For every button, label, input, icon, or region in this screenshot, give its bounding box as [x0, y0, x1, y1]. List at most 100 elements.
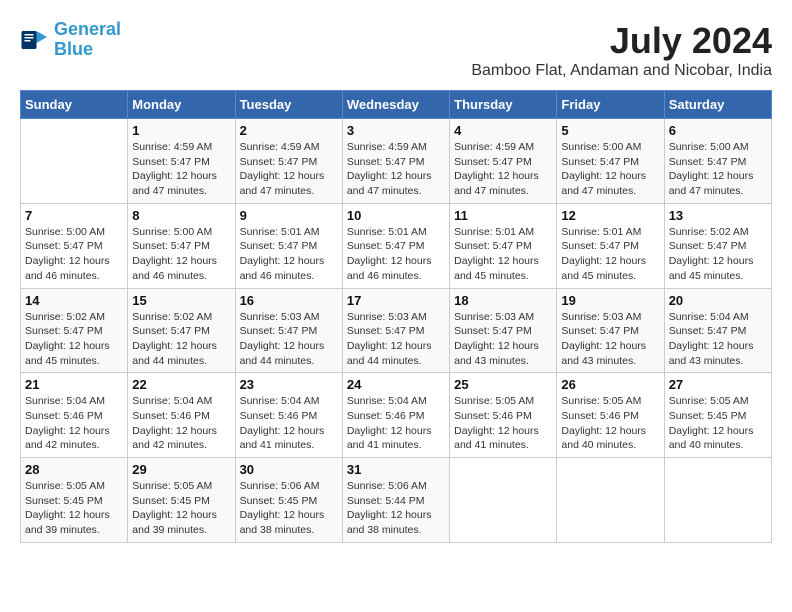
day-info: Sunrise: 5:01 AM Sunset: 5:47 PM Dayligh…	[347, 225, 445, 284]
calendar-body: 1 Sunrise: 4:59 AM Sunset: 5:47 PM Daylig…	[21, 119, 772, 543]
calendar-cell: 27 Sunrise: 5:05 AM Sunset: 5:45 PM Dayli…	[664, 373, 771, 458]
day-number: 21	[25, 377, 123, 392]
day-number: 14	[25, 293, 123, 308]
day-number: 24	[347, 377, 445, 392]
calendar-cell	[21, 119, 128, 204]
day-number: 28	[25, 462, 123, 477]
weekday-header-cell: Wednesday	[342, 91, 449, 119]
calendar-cell: 2 Sunrise: 4:59 AM Sunset: 5:47 PM Daylig…	[235, 119, 342, 204]
day-info: Sunrise: 5:04 AM Sunset: 5:47 PM Dayligh…	[669, 310, 767, 369]
calendar-cell: 10 Sunrise: 5:01 AM Sunset: 5:47 PM Dayli…	[342, 203, 449, 288]
logo: GeneralBlue	[20, 20, 121, 60]
subtitle: Bamboo Flat, Andaman and Nicobar, India	[471, 62, 772, 80]
calendar-cell: 19 Sunrise: 5:03 AM Sunset: 5:47 PM Dayli…	[557, 288, 664, 373]
day-info: Sunrise: 5:04 AM Sunset: 5:46 PM Dayligh…	[132, 394, 230, 453]
day-info: Sunrise: 5:00 AM Sunset: 5:47 PM Dayligh…	[669, 140, 767, 199]
day-number: 2	[240, 123, 338, 138]
day-number: 25	[454, 377, 552, 392]
weekday-header-cell: Thursday	[450, 91, 557, 119]
calendar-cell: 6 Sunrise: 5:00 AM Sunset: 5:47 PM Daylig…	[664, 119, 771, 204]
calendar-cell: 28 Sunrise: 5:05 AM Sunset: 5:45 PM Dayli…	[21, 458, 128, 543]
day-info: Sunrise: 5:05 AM Sunset: 5:45 PM Dayligh…	[669, 394, 767, 453]
day-number: 4	[454, 123, 552, 138]
calendar-week-row: 14 Sunrise: 5:02 AM Sunset: 5:47 PM Dayli…	[21, 288, 772, 373]
calendar-cell: 29 Sunrise: 5:05 AM Sunset: 5:45 PM Dayli…	[128, 458, 235, 543]
calendar-cell: 25 Sunrise: 5:05 AM Sunset: 5:46 PM Dayli…	[450, 373, 557, 458]
day-number: 30	[240, 462, 338, 477]
day-info: Sunrise: 5:03 AM Sunset: 5:47 PM Dayligh…	[454, 310, 552, 369]
day-number: 19	[561, 293, 659, 308]
day-info: Sunrise: 5:03 AM Sunset: 5:47 PM Dayligh…	[561, 310, 659, 369]
day-info: Sunrise: 5:06 AM Sunset: 5:45 PM Dayligh…	[240, 479, 338, 538]
day-info: Sunrise: 5:01 AM Sunset: 5:47 PM Dayligh…	[561, 225, 659, 284]
day-info: Sunrise: 5:05 AM Sunset: 5:45 PM Dayligh…	[132, 479, 230, 538]
day-number: 6	[669, 123, 767, 138]
weekday-header-row: SundayMondayTuesdayWednesdayThursdayFrid…	[21, 91, 772, 119]
day-number: 12	[561, 208, 659, 223]
calendar-cell: 16 Sunrise: 5:03 AM Sunset: 5:47 PM Dayli…	[235, 288, 342, 373]
calendar-week-row: 21 Sunrise: 5:04 AM Sunset: 5:46 PM Dayli…	[21, 373, 772, 458]
calendar-cell: 18 Sunrise: 5:03 AM Sunset: 5:47 PM Dayli…	[450, 288, 557, 373]
day-info: Sunrise: 5:05 AM Sunset: 5:46 PM Dayligh…	[454, 394, 552, 453]
day-info: Sunrise: 5:02 AM Sunset: 5:47 PM Dayligh…	[25, 310, 123, 369]
day-info: Sunrise: 5:04 AM Sunset: 5:46 PM Dayligh…	[240, 394, 338, 453]
day-number: 16	[240, 293, 338, 308]
calendar-cell: 1 Sunrise: 4:59 AM Sunset: 5:47 PM Daylig…	[128, 119, 235, 204]
calendar-cell: 31 Sunrise: 5:06 AM Sunset: 5:44 PM Dayli…	[342, 458, 449, 543]
calendar-cell: 12 Sunrise: 5:01 AM Sunset: 5:47 PM Dayli…	[557, 203, 664, 288]
calendar-cell: 8 Sunrise: 5:00 AM Sunset: 5:47 PM Daylig…	[128, 203, 235, 288]
day-info: Sunrise: 5:04 AM Sunset: 5:46 PM Dayligh…	[347, 394, 445, 453]
logo-icon	[20, 25, 50, 55]
day-number: 13	[669, 208, 767, 223]
day-info: Sunrise: 4:59 AM Sunset: 5:47 PM Dayligh…	[240, 140, 338, 199]
day-number: 18	[454, 293, 552, 308]
calendar-cell: 17Sunrise: 5:03 AM Sunset: 5:47 PM Dayli…	[342, 288, 449, 373]
day-number: 10	[347, 208, 445, 223]
day-number: 8	[132, 208, 230, 223]
calendar-cell: 11Sunrise: 5:01 AM Sunset: 5:47 PM Dayli…	[450, 203, 557, 288]
header: GeneralBlue July 2024 Bamboo Flat, Andam…	[20, 20, 772, 80]
title-area: July 2024 Bamboo Flat, Andaman and Nicob…	[471, 20, 772, 80]
weekday-header-cell: Saturday	[664, 91, 771, 119]
main-title: July 2024	[471, 20, 772, 62]
day-info: Sunrise: 5:05 AM Sunset: 5:45 PM Dayligh…	[25, 479, 123, 538]
calendar-cell: 30 Sunrise: 5:06 AM Sunset: 5:45 PM Dayli…	[235, 458, 342, 543]
day-info: Sunrise: 5:05 AM Sunset: 5:46 PM Dayligh…	[561, 394, 659, 453]
calendar-cell: 22 Sunrise: 5:04 AM Sunset: 5:46 PM Dayli…	[128, 373, 235, 458]
weekday-header-cell: Friday	[557, 91, 664, 119]
calendar-cell: 9Sunrise: 5:01 AM Sunset: 5:47 PM Daylig…	[235, 203, 342, 288]
calendar-week-row: 1 Sunrise: 4:59 AM Sunset: 5:47 PM Daylig…	[21, 119, 772, 204]
day-info: Sunrise: 5:00 AM Sunset: 5:47 PM Dayligh…	[561, 140, 659, 199]
calendar-cell: 14 Sunrise: 5:02 AM Sunset: 5:47 PM Dayli…	[21, 288, 128, 373]
day-info: Sunrise: 5:06 AM Sunset: 5:44 PM Dayligh…	[347, 479, 445, 538]
day-number: 20	[669, 293, 767, 308]
day-number: 22	[132, 377, 230, 392]
day-info: Sunrise: 4:59 AM Sunset: 5:47 PM Dayligh…	[454, 140, 552, 199]
day-info: Sunrise: 5:03 AM Sunset: 5:47 PM Dayligh…	[240, 310, 338, 369]
day-number: 5	[561, 123, 659, 138]
day-number: 31	[347, 462, 445, 477]
calendar-cell	[557, 458, 664, 543]
day-info: Sunrise: 5:04 AM Sunset: 5:46 PM Dayligh…	[25, 394, 123, 453]
calendar-week-row: 28 Sunrise: 5:05 AM Sunset: 5:45 PM Dayli…	[21, 458, 772, 543]
calendar-cell: 24 Sunrise: 5:04 AM Sunset: 5:46 PM Dayli…	[342, 373, 449, 458]
calendar-cell: 7 Sunrise: 5:00 AM Sunset: 5:47 PM Daylig…	[21, 203, 128, 288]
calendar-cell	[664, 458, 771, 543]
day-number: 9	[240, 208, 338, 223]
calendar-cell: 15Sunrise: 5:02 AM Sunset: 5:47 PM Dayli…	[128, 288, 235, 373]
day-number: 27	[669, 377, 767, 392]
calendar-cell: 23 Sunrise: 5:04 AM Sunset: 5:46 PM Dayli…	[235, 373, 342, 458]
calendar-cell	[450, 458, 557, 543]
weekday-header-cell: Tuesday	[235, 91, 342, 119]
day-info: Sunrise: 5:00 AM Sunset: 5:47 PM Dayligh…	[132, 225, 230, 284]
day-number: 7	[25, 208, 123, 223]
day-number: 1	[132, 123, 230, 138]
day-info: Sunrise: 4:59 AM Sunset: 5:47 PM Dayligh…	[132, 140, 230, 199]
day-info: Sunrise: 5:03 AM Sunset: 5:47 PM Dayligh…	[347, 310, 445, 369]
day-number: 29	[132, 462, 230, 477]
calendar-cell: 26 Sunrise: 5:05 AM Sunset: 5:46 PM Dayli…	[557, 373, 664, 458]
day-number: 26	[561, 377, 659, 392]
day-number: 23	[240, 377, 338, 392]
day-info: Sunrise: 4:59 AM Sunset: 5:47 PM Dayligh…	[347, 140, 445, 199]
day-info: Sunrise: 5:00 AM Sunset: 5:47 PM Dayligh…	[25, 225, 123, 284]
